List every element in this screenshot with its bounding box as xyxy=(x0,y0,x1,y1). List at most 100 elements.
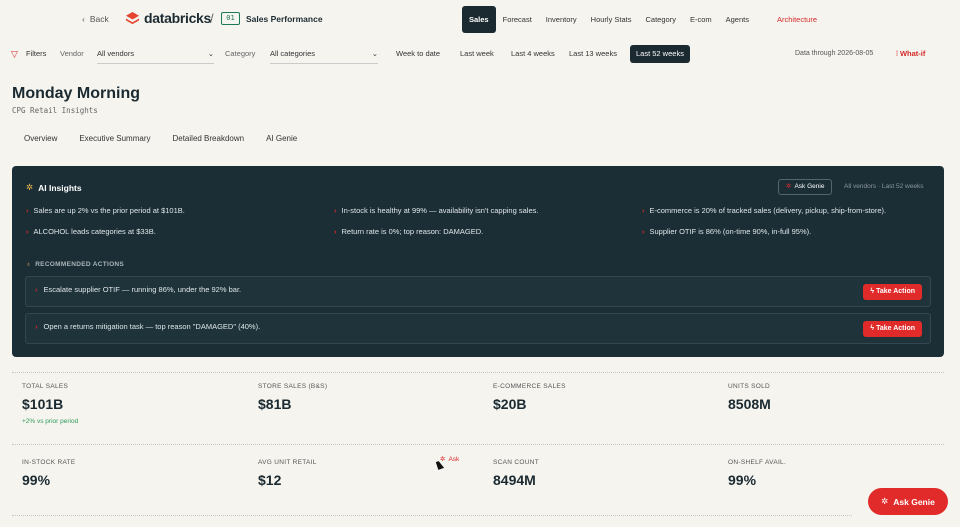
kpi-value: $101B xyxy=(22,396,64,412)
ai-insights-title: ✲ AI Insights xyxy=(26,182,82,193)
what-if-label: What-if xyxy=(899,49,926,58)
chevron-down-icon: ⌄ xyxy=(371,49,378,58)
ask-genie-label: Ask Genie xyxy=(794,183,825,190)
kpi-label: STORE SALES (B&S) xyxy=(258,383,328,390)
sliders-icon: ⫶ xyxy=(896,49,898,58)
top-bar: ‹ Back databricks / 01 Sales Performance… xyxy=(0,0,960,40)
kpi-store-sales[interactable]: STORE SALES (B&S) $81B xyxy=(258,383,468,412)
kpi-label: UNITS SOLD xyxy=(728,383,771,390)
nav-inventory[interactable]: Inventory xyxy=(539,6,584,33)
brand-logo[interactable]: databricks xyxy=(125,10,211,26)
kpi-label: E-COMMERCE SALES xyxy=(493,383,566,390)
nav-category[interactable]: Category xyxy=(639,6,683,33)
tab-detailed-breakdown[interactable]: Detailed Breakdown xyxy=(164,131,252,146)
what-if-button[interactable]: ⫶ What-if xyxy=(896,44,925,64)
insight-item: E-commerce is 20% of tracked sales (deli… xyxy=(642,206,887,215)
tab-overview[interactable]: Overview xyxy=(16,131,65,146)
kpi-value: $12 xyxy=(258,472,282,488)
kpi-label: ON-SHELF AVAIL. xyxy=(728,459,787,466)
period-last-13-weeks[interactable]: Last 13 weeks xyxy=(563,44,623,64)
nav-architecture[interactable]: Architecture xyxy=(770,6,824,33)
page-title: Monday Morning xyxy=(12,85,140,102)
action-text: Open a returns mitigation task — top rea… xyxy=(44,322,261,331)
lightbulb-icon: ♁ xyxy=(26,261,32,268)
ai-insights-panel: ✲ AI Insights ✲ Ask Genie All vendors · … xyxy=(12,166,944,357)
vendor-label: Vendor xyxy=(60,49,84,58)
sparkle-icon: ✲ xyxy=(881,496,889,506)
nav-sales[interactable]: Sales xyxy=(462,6,496,33)
sparkle-icon: ✲ xyxy=(26,182,34,192)
ask-genie-button[interactable]: ✲ Ask Genie xyxy=(778,179,833,195)
category-select[interactable]: All categories ⌄ xyxy=(270,44,378,64)
kpi-label: SCAN COUNT xyxy=(493,459,539,466)
dashboard-badge: 01 xyxy=(221,12,240,25)
bolt-icon: ϟ xyxy=(870,288,875,295)
ask-genie-fab-label: Ask Genie xyxy=(893,496,935,507)
kpi-scan-count[interactable]: SCAN COUNT 8494M xyxy=(493,459,703,488)
data-through: Data through 2026-08-05 xyxy=(795,50,874,57)
insight-item: Supplier OTIF is 86% (on-time 90%, in-fu… xyxy=(642,227,812,236)
insight-item: Return rate is 0%; top reason: DAMAGED. xyxy=(334,227,484,236)
category-label: Category xyxy=(225,49,256,58)
kpi-units-sold[interactable]: UNITS SOLD 8508M xyxy=(728,383,938,412)
period-week-to-date[interactable]: Week to date xyxy=(390,44,446,64)
main-nav: Sales Forecast Inventory Hourly Stats Ca… xyxy=(462,6,824,33)
divider xyxy=(12,515,852,516)
ask-hover-button[interactable]: ✲ Ask xyxy=(440,455,460,464)
period-last-week[interactable]: Last week xyxy=(454,44,500,64)
ask-hover-label: Ask xyxy=(448,455,460,463)
kpi-in-stock-rate[interactable]: IN-STOCK RATE 99% xyxy=(22,459,232,488)
kpi-value: $20B xyxy=(493,396,527,412)
kpi-label: IN-STOCK RATE xyxy=(22,459,76,466)
vendor-select[interactable]: All vendors ⌄ xyxy=(97,44,214,64)
take-action-label: Take Action xyxy=(876,288,915,295)
insight-item: Sales are up 2% vs the prior period at $… xyxy=(26,206,185,215)
recommended-action-row: Escalate supplier OTIF — running 86%, un… xyxy=(25,276,931,307)
filter-bar: ▽ Filters Vendor All vendors ⌄ Category … xyxy=(0,44,960,66)
sparkle-icon: ✲ xyxy=(786,183,792,190)
filter-icon: ▽ xyxy=(11,49,18,59)
nav-ecom[interactable]: E-com xyxy=(683,6,719,33)
take-action-button[interactable]: ϟ Take Action xyxy=(863,284,922,300)
insights-scope: All vendors · Last 52 weeks xyxy=(844,183,924,190)
vendor-value: All vendors xyxy=(97,49,135,58)
divider xyxy=(12,372,944,373)
databricks-logo-icon xyxy=(125,11,140,24)
kpi-total-sales[interactable]: TOTAL SALES $101B +2% vs prior period xyxy=(22,383,232,425)
kpi-value: 99% xyxy=(728,472,757,488)
kpi-value: 8508M xyxy=(728,396,771,412)
kpi-on-shelf-avail[interactable]: ON-SHELF AVAIL. 99% xyxy=(728,459,938,488)
nav-forecast[interactable]: Forecast xyxy=(496,6,539,33)
action-text: Escalate supplier OTIF — running 86%, un… xyxy=(44,285,242,294)
divider xyxy=(12,444,944,445)
recommended-actions-heading: ♁ RECOMMENDED ACTIONS xyxy=(26,261,124,268)
kpi-label: TOTAL SALES xyxy=(22,383,69,390)
back-button[interactable]: ‹ Back xyxy=(82,14,109,24)
kpi-value: $81B xyxy=(258,396,292,412)
breadcrumb-separator: / xyxy=(210,11,214,26)
period-last-4-weeks[interactable]: Last 4 weeks xyxy=(505,44,561,64)
chevron-down-icon: ⌄ xyxy=(207,49,214,58)
period-last-52-weeks[interactable]: Last 52 weeks xyxy=(630,45,690,63)
brand-name: databricks xyxy=(144,10,212,26)
ask-genie-fab[interactable]: ✲ Ask Genie xyxy=(868,488,948,515)
back-label: Back xyxy=(89,14,109,24)
ai-insights-title-text: AI Insights xyxy=(38,182,82,193)
tab-ai-genie[interactable]: AI Genie xyxy=(258,131,305,146)
dashboard-title: Sales Performance xyxy=(246,14,323,24)
kpi-value: 8494M xyxy=(493,472,536,488)
view-tabs: Overview Executive Summary Detailed Brea… xyxy=(16,131,305,146)
recommended-actions-label: RECOMMENDED ACTIONS xyxy=(35,261,125,268)
filters-label[interactable]: Filters xyxy=(26,44,46,64)
insight-item: ALCOHOL leads categories at $33B. xyxy=(26,227,156,236)
take-action-button[interactable]: ϟ Take Action xyxy=(863,321,922,337)
bolt-icon: ϟ xyxy=(870,325,875,332)
category-value: All categories xyxy=(270,49,316,58)
nav-hourly-stats[interactable]: Hourly Stats xyxy=(584,6,639,33)
take-action-label: Take Action xyxy=(876,325,915,332)
tab-executive-summary[interactable]: Executive Summary xyxy=(71,131,158,146)
nav-agents[interactable]: Agents xyxy=(719,6,756,33)
insight-item: In-stock is healthy at 99% — availabilit… xyxy=(334,206,539,215)
page-subtitle: CPG Retail Insights xyxy=(12,106,98,115)
kpi-ecommerce-sales[interactable]: E-COMMERCE SALES $20B xyxy=(493,383,703,412)
